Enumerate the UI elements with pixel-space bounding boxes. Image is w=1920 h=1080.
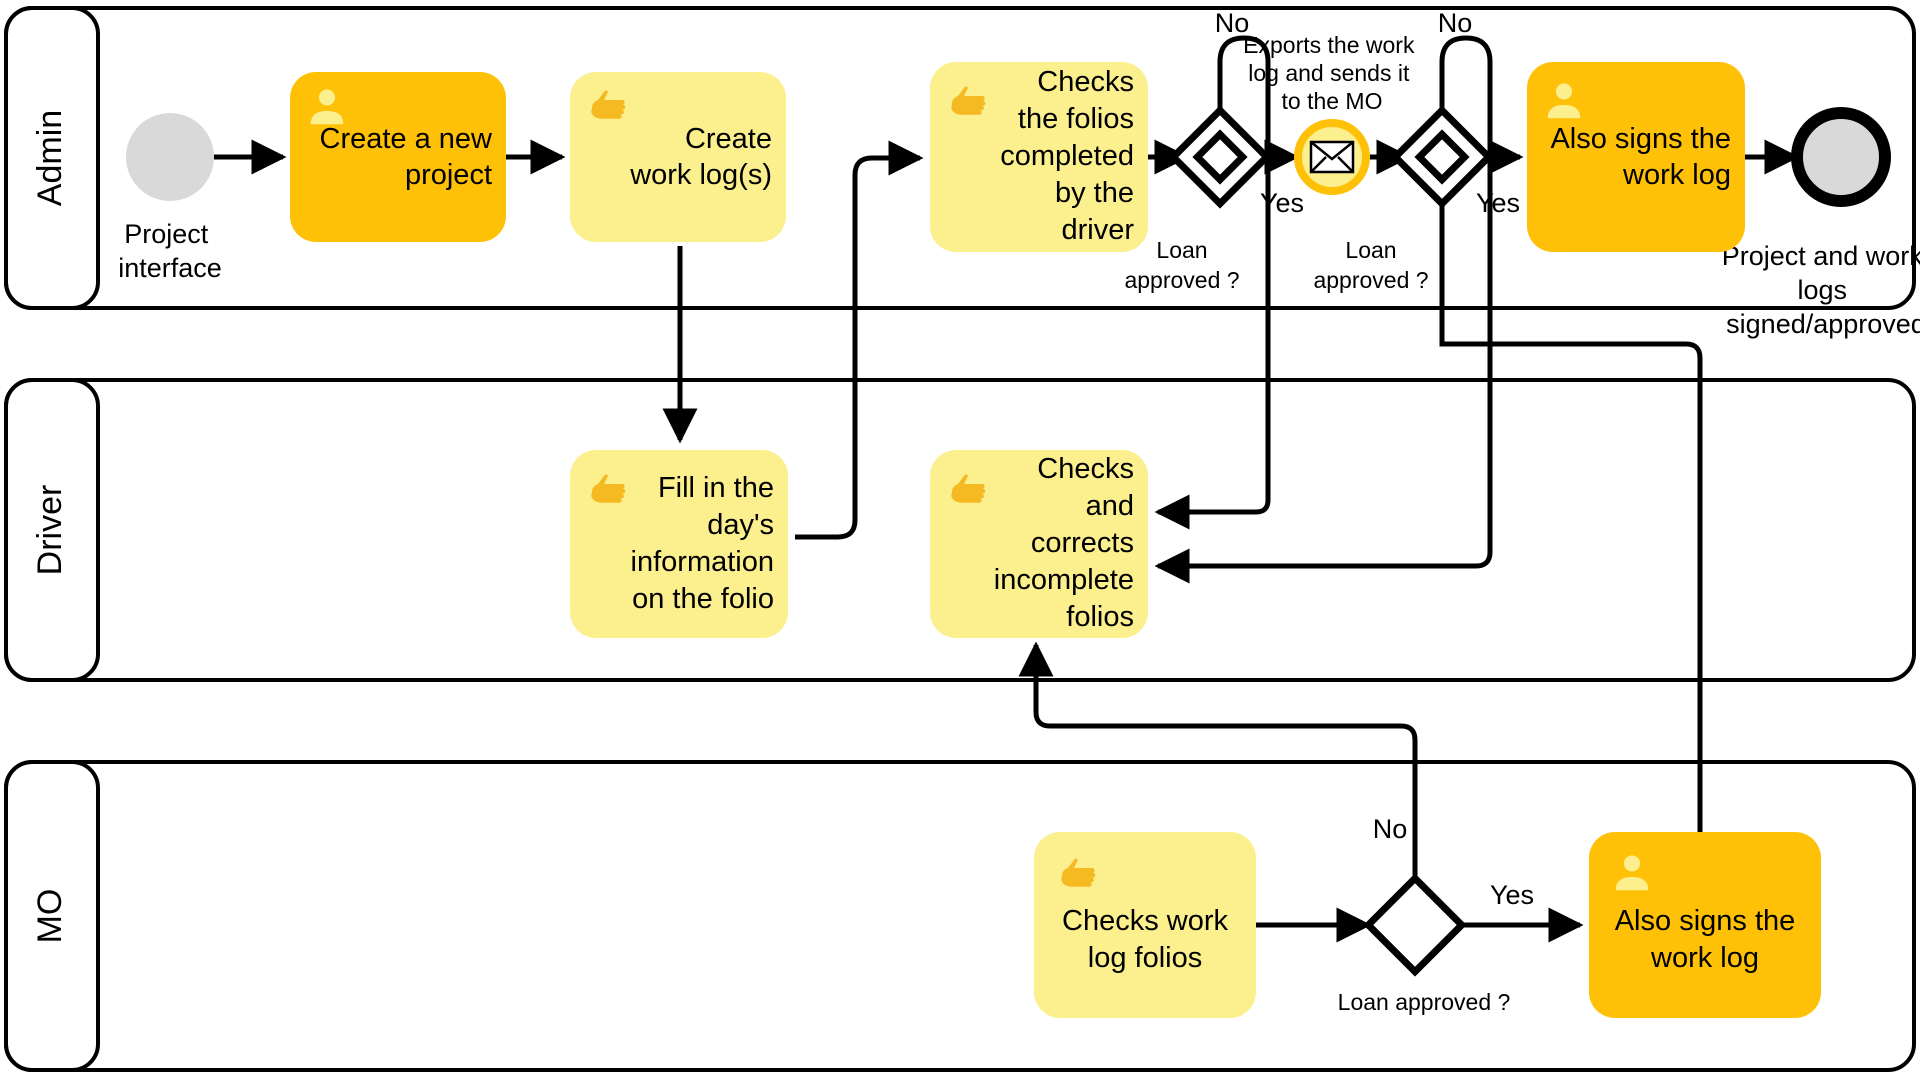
flow-labels: No Yes No Yes No Yes — [1215, 8, 1534, 910]
lane-driver-label: Driver — [31, 485, 69, 576]
task-label: Create a new project — [319, 122, 493, 191]
lane-admin-label: Admin — [31, 110, 69, 206]
node-gateway-loan-approved-2[interactable] — [1390, 105, 1494, 209]
caption-start-event: Project interface — [118, 219, 222, 283]
task-label: Also signs the work log — [1550, 122, 1731, 191]
task-fill-in-the-days-information-on-the-folio[interactable]: Fill in the day's information on the fol… — [570, 450, 788, 638]
caption-gateway3: Loan approved ? — [1338, 989, 1511, 1015]
task-label: Checks the folios completed by the drive… — [1000, 66, 1134, 247]
task-mo-also-signs-the-work-log[interactable]: Also signs the work log — [1589, 832, 1821, 1018]
task-create-work-logs[interactable]: Create work log(s) — [570, 72, 786, 242]
label-gateway3-yes: Yes — [1490, 880, 1534, 910]
svg-text:Project and work logs: Project and work logs signed/approved — [1722, 241, 1920, 339]
flow-mo-signs-to-admin-gateway2 — [1439, 200, 1703, 832]
task-label: Checks work log folios — [1062, 904, 1228, 974]
task-checks-the-folios-completed-by-the-driver[interactable]: Checks the folios completed by the drive… — [930, 62, 1148, 252]
label-gateway3-no: No — [1373, 814, 1408, 844]
bpmn-diagram-canvas: Admin Driver MO No Yes No Yes No Yes Loa… — [0, 0, 1920, 1080]
task-checks-work-log-folios[interactable]: Checks work log folios — [1034, 832, 1256, 1018]
node-start-event-project-interface[interactable] — [126, 113, 214, 201]
task-label: Create work log(s) — [630, 122, 772, 191]
task-checks-and-corrects-incomplete-folios[interactable]: Checks and corrects incomplete folios — [930, 450, 1148, 638]
task-create-a-new-project[interactable]: Create a new project — [290, 72, 506, 242]
label-gateway1-yes: Yes — [1260, 188, 1304, 218]
user-icon — [1547, 83, 1581, 119]
node-end-event-signed-approved[interactable] — [1791, 107, 1891, 207]
user-icon — [1615, 855, 1649, 891]
label-gateway2-no: No — [1438, 8, 1473, 38]
flow-fill-folio-to-checks-folios — [795, 140, 924, 540]
label-gateway2-yes: Yes — [1476, 188, 1520, 218]
node-intermediate-message-event[interactable] — [1294, 119, 1370, 195]
task-label: Checks and corrects incomplete folios — [993, 453, 1134, 634]
node-gateway-loan-approved-3[interactable] — [1363, 873, 1467, 977]
node-gateway-loan-approved-1[interactable] — [1168, 105, 1272, 209]
task-admin-also-signs-the-work-log[interactable]: Also signs the work log — [1527, 62, 1745, 252]
caption-end-event: Project and work logs signed/approved — [1722, 241, 1920, 339]
caption-gateway2: Loan approved ? — [1313, 237, 1428, 293]
task-label: Fill in the day's information on the fol… — [630, 471, 774, 616]
task-label: Also signs the work log — [1614, 904, 1796, 974]
lane-mo-label: MO — [31, 889, 69, 944]
caption-gateway1: Loan approved ? — [1124, 237, 1239, 293]
svg-text:Project interface: Project interface — [118, 219, 222, 283]
hand-icon — [1061, 858, 1096, 887]
